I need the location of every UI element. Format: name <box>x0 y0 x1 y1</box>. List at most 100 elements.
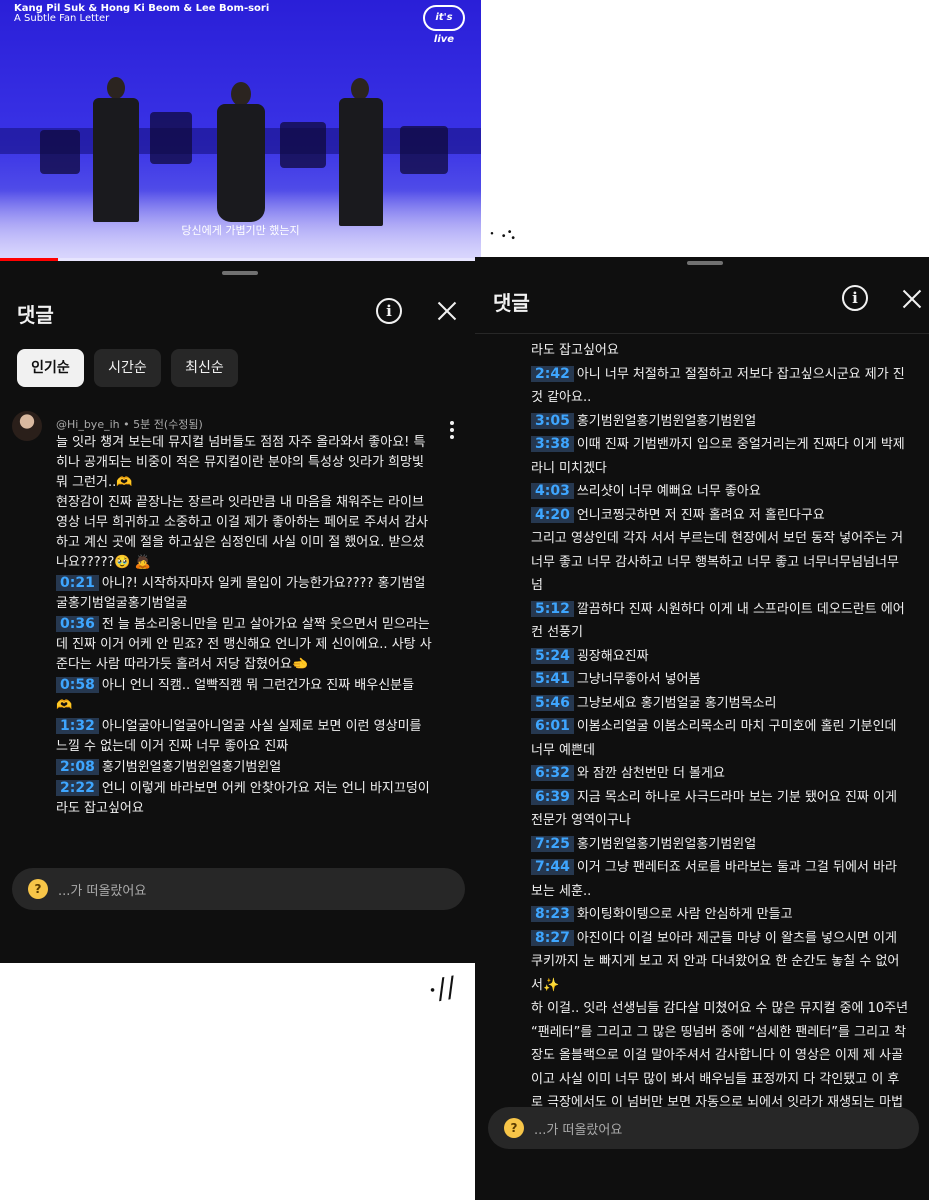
comment-line-text: 뭐 그런거..🫶 <box>56 475 133 490</box>
comment-line-text: 홍기범윈얼홍기범윈얼홍기범윈얼 <box>576 413 757 429</box>
comment-line: 컨 선풍기 <box>531 621 908 645</box>
comment-input[interactable]: ? ...가 떠올랐어요 <box>12 868 465 910</box>
comment-line-text: 아니 너무 처절하고 절절하고 저보다 잡고싶으시군요 제가 진 <box>576 366 905 382</box>
doodle-mark: ·// <box>425 969 459 1008</box>
chip-newest[interactable]: 최신순 <box>171 349 238 387</box>
comment-line-text: 너무 좋고 너무 감사하고 너무 행복하고 너무 좋고 너무너무넘넘너무 <box>531 554 899 570</box>
singer-left <box>93 98 139 222</box>
comment-line-text: 그냥보세요 홍기범얼굴 홍기범목소리 <box>576 695 777 711</box>
comment-line: 장도 올블랙으로 이걸 말아주셔서 감사합니다 이 영상은 이제 제 사골 <box>531 1044 908 1068</box>
comment-line: 8:27 아진이다 이걸 보아라 제군들 마냥 이 왈츠를 넣으시면 이게 <box>531 927 908 951</box>
close-icon[interactable] <box>436 300 458 322</box>
timestamp-link[interactable]: 2:22 <box>56 780 99 796</box>
divider <box>475 333 929 334</box>
singer-head <box>351 78 369 100</box>
comment-line-text: 장도 올블랙으로 이걸 말아주셔서 감사합니다 이 영상은 이제 제 사골 <box>531 1048 904 1063</box>
doodle-mark: ˙·: <box>485 220 520 255</box>
video-player[interactable]: Kang Pil Suk & Hong Ki Beom & Lee Bom-so… <box>0 0 481 261</box>
timestamp-link[interactable]: 2:42 <box>531 365 574 382</box>
comment-line-text: 넘 <box>531 578 543 593</box>
timestamp-link[interactable]: 4:03 <box>531 483 574 499</box>
timestamp-link[interactable]: 0:21 <box>56 575 99 591</box>
comment-line: 0:36 전 늘 봄소리웅니만을 믿고 살아가요 살짝 웃으면서 믿으라는 <box>56 614 432 635</box>
info-icon[interactable]: i <box>376 298 402 324</box>
comment-line-text: 아니 언니 직캠.. 얼빡직캠 뭐 그런건가요 진짜 배우신분들 <box>101 678 415 693</box>
comment-line: 서✨ <box>531 974 908 998</box>
comment-line-text: 깔끔하다 진짜 시원하다 이게 내 스프라이트 데오드란트 에어 <box>576 601 905 617</box>
comment-line: 히나 공개되는 비중이 적은 뮤지컬이란 분야의 특성상 잇라가 희망빛 <box>56 453 432 473</box>
timestamp-link[interactable]: 8:27 <box>531 929 574 946</box>
timestamp-link[interactable]: 1:32 <box>56 718 99 734</box>
drag-handle[interactable] <box>222 271 258 275</box>
comment-line: 이고 사실 이미 너무 많이 봐서 배우님들 표정까지 다 각인됐고 이 후 <box>531 1068 908 1092</box>
singer-center <box>217 104 265 222</box>
comment-line-text: 이때 진짜 기범밴까지 입으로 중얼거리는게 진짜다 이게 박제 <box>576 437 905 452</box>
timestamp-link[interactable]: 7:25 <box>531 835 574 852</box>
timestamp-link[interactable]: 2:08 <box>56 759 99 775</box>
comment-line: 하고 계신 곳에 절을 하고싶은 심정인데 사실 이미 절 했어요. 받으셨 <box>56 533 432 553</box>
comment-line: 7:44 이거 그냥 팬레터죠 서로를 바라보는 둘과 그걸 뒤에서 바라 <box>531 856 908 880</box>
comment-line: 0:58 아니 언니 직캠.. 얼빡직캠 뭐 그런건가요 진짜 배우신분들 <box>56 675 432 696</box>
comment-line: 라니 미치겠다 <box>531 457 908 481</box>
comment-line: 5:12 깔끔하다 진짜 시원하다 이게 내 스프라이트 데오드란트 에어 <box>531 598 908 622</box>
video-subtitle-title: A Subtle Fan Letter <box>14 13 110 24</box>
comment-line: 5:46 그냥보세요 홍기범얼굴 홍기범목소리 <box>531 692 908 716</box>
drag-handle[interactable] <box>687 261 723 265</box>
comment-line-text: 나요?????🥹 🙇 <box>56 555 151 570</box>
comment-line: 쿠키까지 눈 빠지게 보고 저 안과 다녀왔어요 한 순간도 놓칠 수 없어 <box>531 950 908 974</box>
avatar[interactable] <box>12 411 42 441</box>
comment-line: 2:42 아니 너무 처절하고 절절하고 저보다 잡고싶으시군요 제가 진 <box>531 363 908 387</box>
chip-popular[interactable]: 인기순 <box>17 349 84 387</box>
comment-line-text: 히나 공개되는 비중이 적은 뮤지컬이란 분야의 특성상 잇라가 희망빛 <box>56 455 424 470</box>
thinking-emoji-icon: ? <box>504 1118 524 1138</box>
comment-input-placeholder: ...가 떠올랐어요 <box>534 1123 623 1138</box>
comment-line: 5:41 그냥너무좋아서 넣어봄 <box>531 668 908 692</box>
comment-line: 현장감이 진짜 끝장나는 장르라 잇라만큼 내 마음을 채워주는 라이브 <box>56 493 432 513</box>
comment-line: 0:21 아니?! 시작하자마자 일케 몰입이 가능한가요???? 홍기범얼 <box>56 573 432 594</box>
band-member <box>40 130 80 174</box>
comment-line-text: 그냥너무좋아서 넣어봄 <box>576 672 701 687</box>
more-options-icon[interactable] <box>449 421 455 439</box>
comment-line-text: 하 이걸.. 잇라 선생님들 감다살 미쳤어요 수 많은 뮤지컬 중에 10주년 <box>531 1001 909 1016</box>
comment-line-text: 보는 세훈.. <box>531 883 592 899</box>
comment-line-text: 컨 선풍기 <box>531 625 583 640</box>
comment-input[interactable]: ? ...가 떠올랐어요 <box>488 1107 919 1149</box>
comment-line: “팬레터”를 그리고 그 많은 띵넘버 중에 “섬세한 팬레터”를 그리고 착 <box>531 1021 908 1045</box>
timestamp-link[interactable]: 5:12 <box>531 600 574 617</box>
timestamp-link[interactable]: 0:58 <box>56 677 99 693</box>
comment-line-text: 굴홍기범얼굴홍기범얼굴 <box>56 596 188 611</box>
comment-line: 6:39 지금 목소리 하나로 사극드라마 보는 기분 됐어요 진짜 이게 <box>531 786 908 810</box>
comment-line-text: 홍기범윈얼홍기범윈얼홍기범윈얼 <box>576 836 757 852</box>
comment-line: 2:22 언니 이렇게 바라보면 어케 안찾아가요 저는 언니 바지끄덩이 <box>56 778 432 799</box>
timestamp-link[interactable]: 6:01 <box>531 718 574 734</box>
timestamp-link[interactable]: 4:20 <box>531 506 574 523</box>
timestamp-link[interactable]: 5:24 <box>531 647 574 664</box>
timestamp-link[interactable]: 8:23 <box>531 906 574 922</box>
comment-line-text: 이봄소리얼굴 이봄소리목소리 마치 구미호에 홀린 기분인데 <box>576 719 897 734</box>
singer-right <box>339 98 383 226</box>
comment-line-text: 라도 잡고싶어요 <box>56 801 144 816</box>
timestamp-link[interactable]: 6:39 <box>531 788 574 805</box>
band-member <box>400 126 448 174</box>
timestamp-link[interactable]: 7:44 <box>531 859 574 875</box>
comment-line-text: 쿠키까지 눈 빠지게 보고 저 안과 다녀왔어요 한 순간도 놓칠 수 없어 <box>531 954 900 969</box>
comment-line-text: 것 같아요.. <box>531 390 592 405</box>
chip-by-time[interactable]: 시간순 <box>94 349 161 387</box>
singer-head <box>231 82 251 106</box>
comment-line-text: 너무 예쁜데 <box>531 742 595 758</box>
timestamp-link[interactable]: 5:46 <box>531 694 574 711</box>
close-icon[interactable] <box>901 288 923 310</box>
timestamp-link[interactable]: 6:32 <box>531 765 574 781</box>
comment-line: 8:23 화이팅화이텡으로 사람 안심하게 만들고 <box>531 903 908 927</box>
comment-line: 라도 잡고싶어요 <box>531 339 908 363</box>
comment-author[interactable]: @Hi_bye_ih <box>56 418 120 431</box>
video-caption: 당신에게 가볍기만 했는지 <box>181 224 300 237</box>
timestamp-link[interactable]: 3:05 <box>531 412 574 429</box>
left-screenshot: Kang Pil Suk & Hong Ki Beom & Lee Bom-so… <box>0 0 481 963</box>
comment-line-text: 하고 계신 곳에 절을 하고싶은 심정인데 사실 이미 절 했어요. 받으셨 <box>56 535 425 550</box>
timestamp-link[interactable]: 5:41 <box>531 671 574 687</box>
info-icon[interactable]: i <box>842 285 868 311</box>
comment-line: 뭐 그런거..🫶 <box>56 473 432 493</box>
timestamp-link[interactable]: 0:36 <box>56 616 99 632</box>
timestamp-link[interactable]: 3:38 <box>531 436 574 452</box>
